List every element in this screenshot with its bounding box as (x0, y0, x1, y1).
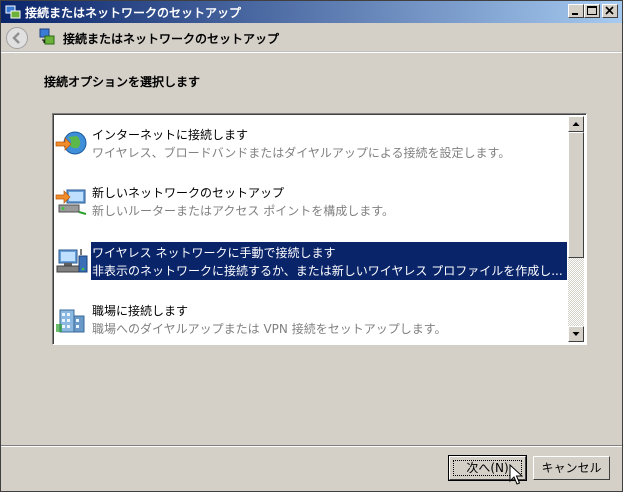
cancel-button[interactable]: キャンセル (533, 456, 610, 480)
connection-options-list[interactable]: インターネットに接続します ワイヤレス、ブロードバンドまたはダイヤルアップによる… (52, 113, 587, 345)
dialog-window: 接続またはネットワークのセットアップ 接続またはネットワークのセットアップ 接続… (0, 0, 623, 492)
list-item-workplace[interactable]: 職場に接続します 職場へのダイヤルアップまたは VPN 接続をセットアップします… (55, 300, 567, 338)
back-arrow-icon[interactable] (5, 26, 29, 50)
wireless-network-icon (56, 249, 88, 273)
network-setup-icon (55, 189, 87, 215)
minimize-icon (572, 13, 578, 15)
scroll-thumb[interactable] (568, 132, 584, 258)
option-title: インターネットに接続します (92, 128, 249, 142)
navigation-bar: 接続またはネットワークのセットアップ (1, 23, 622, 52)
maximize-icon (587, 6, 597, 15)
section-heading: 接続オプションを選択します (44, 75, 201, 89)
workplace-icon (56, 309, 85, 333)
arrow-up-icon (572, 122, 580, 126)
option-title: 職場に接続します (92, 304, 189, 318)
option-description: 職場へのダイヤルアップまたは VPN 接続をセットアップします。 (92, 322, 447, 336)
scroll-track[interactable] (568, 258, 584, 326)
list-item-internet[interactable]: インターネットに接続します ワイヤレス、ブロードバンドまたはダイヤルアップによる… (55, 124, 567, 162)
globe-connect-icon (55, 131, 87, 155)
close-icon (605, 6, 614, 15)
option-title: ワイヤレス ネットワークに手動で接続します (92, 246, 336, 260)
option-description: ワイヤレス、ブロードバンドまたはダイヤルアップによる接続を設定します。 (92, 146, 511, 160)
arrow-down-icon (572, 332, 580, 336)
cancel-button-label: キャンセル (541, 460, 602, 475)
option-title: 新しいネットワークのセットアップ (92, 186, 285, 200)
page-title: 接続またはネットワークのセットアップ (63, 32, 280, 46)
option-description: 新しいルーターまたはアクセス ポイントを構成します。 (92, 204, 395, 218)
network-setup-icon (39, 28, 55, 45)
minimize-button[interactable] (568, 4, 584, 18)
vertical-scrollbar[interactable] (568, 116, 584, 342)
content-divider (1, 52, 622, 53)
window-title: 接続またはネットワークのセットアップ (25, 6, 242, 20)
network-setup-icon (5, 5, 21, 19)
close-button[interactable] (602, 4, 618, 18)
scroll-down-button[interactable] (568, 326, 584, 342)
title-bar[interactable]: 接続またはネットワークのセットアップ (1, 1, 622, 23)
option-description: 非表示のネットワークに接続するか、または新しいワイヤレス プロファイルを作成し.… (92, 264, 563, 278)
list-item-wireless-manual[interactable]: ワイヤレス ネットワークに手動で接続します 非表示のネットワークに接続するか、ま… (55, 242, 567, 280)
scroll-up-button[interactable] (568, 116, 584, 132)
mouse-cursor-icon (509, 464, 523, 485)
maximize-button[interactable] (584, 4, 600, 18)
list-item-new-network[interactable]: 新しいネットワークのセットアップ 新しいルーターまたはアクセス ポイントを構成し… (55, 182, 567, 220)
footer-divider (1, 445, 622, 447)
